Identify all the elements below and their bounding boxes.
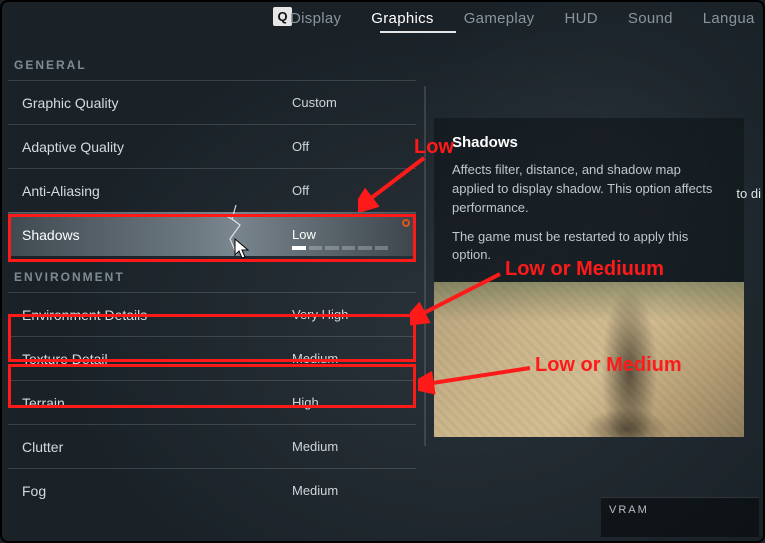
vram-label: VRAM [609,504,649,516]
row-graphic-quality[interactable]: Graphic Quality Custom [8,80,416,124]
tab-underline [380,31,456,33]
tab-gameplay[interactable]: Gameplay [449,3,550,35]
row-label: Adaptive Quality [22,139,292,155]
row-value: Off [292,183,398,198]
row-value: Custom [292,95,398,110]
row-label: Anti-Aliasing [22,183,292,199]
tab-hud[interactable]: HUD [549,3,612,35]
value-tick-bar [292,246,388,250]
settings-list: GENERAL Graphic Quality Custom Adaptive … [8,44,416,512]
row-value: Medium [292,351,398,366]
row-label: Graphic Quality [22,95,292,111]
section-header-environment: ENVIRONMENT [8,256,416,292]
tab-language[interactable]: Langua [688,3,765,35]
row-label: Fog [22,483,292,499]
row-shadows[interactable]: Shadows Low [8,212,416,256]
row-fog[interactable]: Fog Medium [8,468,416,512]
preview-image [434,282,744,437]
row-value: Low [292,227,398,242]
tab-display[interactable]: Display [275,3,356,35]
row-clutter[interactable]: Clutter Medium [8,424,416,468]
info-title: Shadows [452,134,726,151]
row-environment-details[interactable]: Environment Details Very High [8,292,416,336]
section-header-general: GENERAL [8,44,416,80]
row-label: Texture Detail [22,351,292,367]
row-value: Off [292,139,398,154]
row-value: Medium [292,483,398,498]
row-anti-aliasing[interactable]: Anti-Aliasing Off [8,168,416,212]
cursor-icon [234,238,254,260]
row-value: Very High [292,307,398,322]
edge-truncated-text: to di [736,186,761,201]
vertical-divider [424,86,426,446]
info-description-2: The game must be restarted to apply this… [452,228,726,266]
row-texture-detail[interactable]: Texture Detail Medium [8,336,416,380]
info-panel: Shadows Affects filter, distance, and sh… [434,118,744,285]
tab-sound[interactable]: Sound [613,3,688,35]
row-value: Medium [292,439,398,454]
row-label: Environment Details [22,307,292,323]
row-value: High [292,395,398,410]
vram-indicator: VRAM [601,497,759,537]
info-description-1: Affects filter, distance, and shadow map… [452,161,726,218]
row-label: Clutter [22,439,292,455]
row-terrain[interactable]: Terrain High [8,380,416,424]
row-label: Terrain [22,395,292,411]
row-adaptive-quality[interactable]: Adaptive Quality Off [8,124,416,168]
restart-required-icon [402,219,410,227]
